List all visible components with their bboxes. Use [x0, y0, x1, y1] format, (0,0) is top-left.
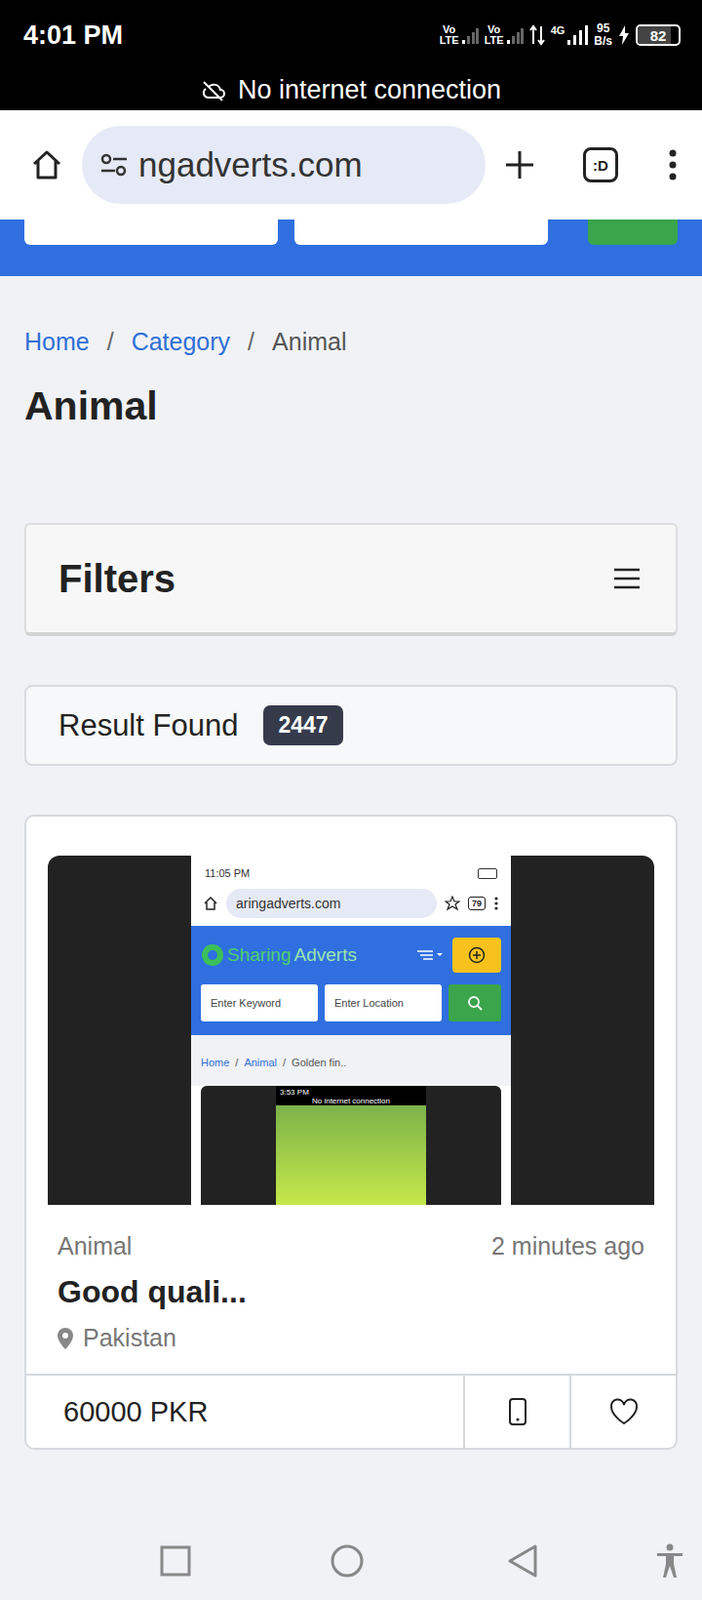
screen: 4:01 PM VoLTE VoLTE 4G 95B/s 82 No inter… [0, 0, 702, 1599]
breadcrumb: Home / Category / Animal [24, 327, 678, 356]
listing-card[interactable]: 11:05 PM aringadverts.com 79 SharingAdve… [24, 814, 678, 1449]
embedded-screenshot: 11:05 PM aringadverts.com 79 SharingAdve… [191, 855, 511, 1205]
embedded-address-bar: aringadverts.com [226, 888, 437, 918]
charging-icon [618, 25, 630, 45]
breadcrumb-separator: / [107, 327, 115, 356]
listing-price: 60000 PKR [26, 1374, 464, 1447]
location-pin-icon [57, 1326, 74, 1349]
site-settings-icon[interactable] [99, 152, 129, 178]
data-type: 4G [550, 24, 566, 37]
more-menu-icon [493, 895, 500, 911]
signal-icon [506, 25, 524, 45]
listing-image[interactable]: 11:05 PM aringadverts.com 79 SharingAdve… [47, 855, 655, 1205]
search-header [0, 219, 702, 276]
browser-toolbar: ngadverts.com :D [0, 110, 702, 220]
breadcrumb-item[interactable]: Home [24, 327, 90, 356]
embedded-status-bar: 11:05 PM [191, 855, 511, 885]
call-button[interactable] [463, 1374, 570, 1447]
home-icon[interactable] [29, 147, 65, 183]
page-content: Home / Category / Animal Animal Filters Re… [0, 275, 702, 1521]
results-card: Result Found 2447 [24, 684, 678, 766]
search-icon [467, 994, 483, 1011]
search-button[interactable] [587, 219, 678, 245]
nested-screenshot: 3:53 PM No internet connection [275, 1085, 427, 1205]
listing-category: Animal [57, 1231, 132, 1260]
heart-icon [609, 1397, 639, 1425]
search-button [448, 983, 502, 1021]
network-speed: 95B/s [593, 22, 613, 48]
plus-circle-icon [468, 945, 486, 964]
network-indicator: VoLTE [484, 24, 524, 46]
url-text[interactable]: ngadverts.com [138, 145, 363, 185]
home-circle-icon[interactable] [329, 1542, 365, 1578]
embedded-listing-image: 3:53 PM No internet connection [200, 1085, 502, 1205]
page-title: Animal [24, 383, 678, 429]
star-icon [444, 895, 461, 911]
listing-location: Pakistan [57, 1323, 645, 1352]
data-transfer-icon [529, 24, 546, 46]
breadcrumb-separator: / [247, 327, 255, 356]
signal-icon [566, 24, 588, 46]
keyword-input: Enter Keyword [200, 983, 318, 1021]
recents-icon[interactable] [159, 1544, 192, 1576]
location-input[interactable] [294, 219, 548, 245]
result-count: 2447 [263, 704, 343, 745]
status-bar: 4:01 PM VoLTE VoLTE 4G 95B/s 82 [0, 0, 702, 71]
embedded-toolbar: aringadverts.com 79 [191, 884, 511, 926]
phone-icon [507, 1396, 528, 1426]
listing-footer: 60000 PKR [26, 1372, 676, 1447]
site-logo: SharingAdverts [200, 942, 408, 967]
listing-title[interactable]: Good quali... [57, 1273, 645, 1310]
battery: 82 [635, 24, 681, 46]
location-input: Enter Location [324, 983, 442, 1021]
cloud-off-icon [200, 79, 227, 102]
home-icon [202, 895, 219, 911]
breadcrumb-item: Animal [272, 327, 347, 356]
filters-card[interactable]: Filters [24, 522, 678, 636]
listing-info: Animal 2 minutes ago Good quali... Pakis… [26, 1204, 676, 1373]
more-menu-icon[interactable] [666, 147, 679, 183]
address-bar[interactable]: ngadverts.com [81, 125, 486, 204]
keyword-input[interactable] [24, 219, 278, 245]
accessibility-icon[interactable] [655, 1542, 685, 1578]
clock: 4:01 PM [23, 20, 123, 51]
favorite-button[interactable] [569, 1374, 676, 1447]
offline-banner: No internet connection [0, 70, 702, 111]
volte-label: VoLTE [484, 24, 505, 46]
mobile-data-indicator: 4G [550, 24, 589, 46]
logo-icon [200, 942, 225, 967]
tab-switcher[interactable]: :D [583, 147, 619, 183]
breadcrumb-item[interactable]: Category [131, 327, 231, 356]
new-tab-icon[interactable] [503, 148, 537, 182]
back-icon[interactable] [507, 1542, 539, 1578]
network-indicator: VoLTE [439, 24, 479, 46]
signal-icon [461, 25, 479, 45]
embedded-breadcrumb: Home/ Animal/ Golden fin.. [191, 1034, 511, 1086]
volte-label: VoLTE [439, 24, 460, 46]
system-nav-bar [0, 1521, 702, 1599]
listing-time: 2 minutes ago [491, 1231, 645, 1260]
photo [275, 1104, 427, 1205]
battery-icon [477, 867, 498, 879]
embedded-tab-count: 79 [468, 896, 486, 910]
post-ad-button [452, 936, 502, 973]
embedded-header: SharingAdverts Enter Keyword Enter Locat… [191, 925, 511, 1035]
hamburger-icon[interactable] [613, 566, 641, 590]
menu-icon [417, 948, 443, 961]
